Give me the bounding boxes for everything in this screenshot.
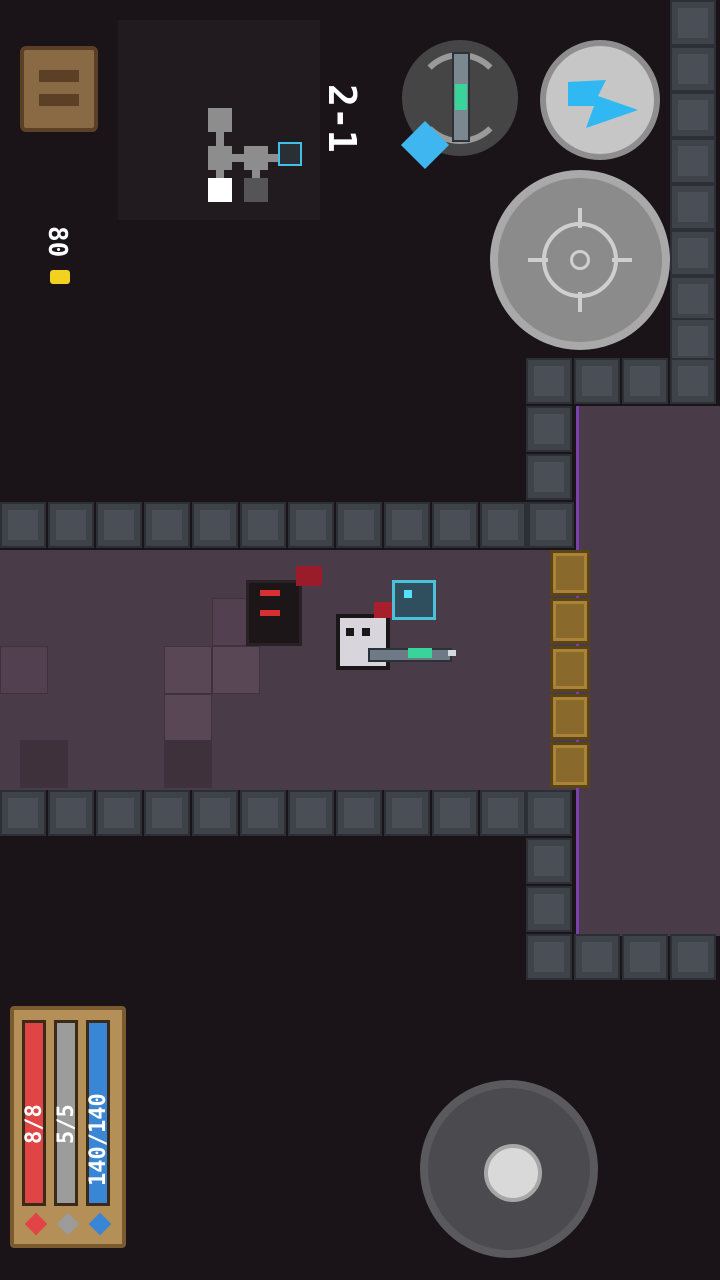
diamond-icon — [88, 1212, 112, 1236]
pause-button[interactable] — [20, 46, 98, 132]
wall-column-right — [668, 0, 720, 364]
room-wall-bottom — [574, 934, 720, 982]
room-floor-right — [576, 406, 720, 936]
health-text: 8/8 — [22, 1104, 47, 1144]
movement-joystick[interactable] — [420, 1080, 598, 1258]
joystick-knob[interactable] — [484, 1144, 542, 1202]
attack-button[interactable] — [490, 170, 670, 350]
armor-text: 5/5 — [54, 1104, 79, 1144]
held-gun — [368, 642, 458, 664]
robot-drone-follower — [392, 574, 436, 620]
weapon-icon — [452, 52, 470, 142]
portal-room-icon — [278, 142, 302, 166]
energy-text: 140/140 — [86, 1093, 111, 1186]
coin-count: 80 — [42, 226, 72, 258]
room-wall-top — [526, 358, 720, 406]
corridor-wall-bottom — [0, 790, 574, 838]
coin-icon — [50, 270, 70, 284]
player-stats-panel: 8/8 5/5 140/140 — [10, 1006, 126, 1248]
minimap[interactable] — [118, 20, 320, 220]
corridor-wall-top — [0, 502, 574, 550]
heart-icon — [24, 1212, 48, 1236]
room-gate — [550, 550, 594, 790]
skill-button[interactable] — [540, 40, 660, 160]
lightning-bolt-icon — [568, 80, 638, 128]
level-indicator: 2-1 — [320, 84, 364, 153]
shield-icon — [56, 1212, 80, 1236]
